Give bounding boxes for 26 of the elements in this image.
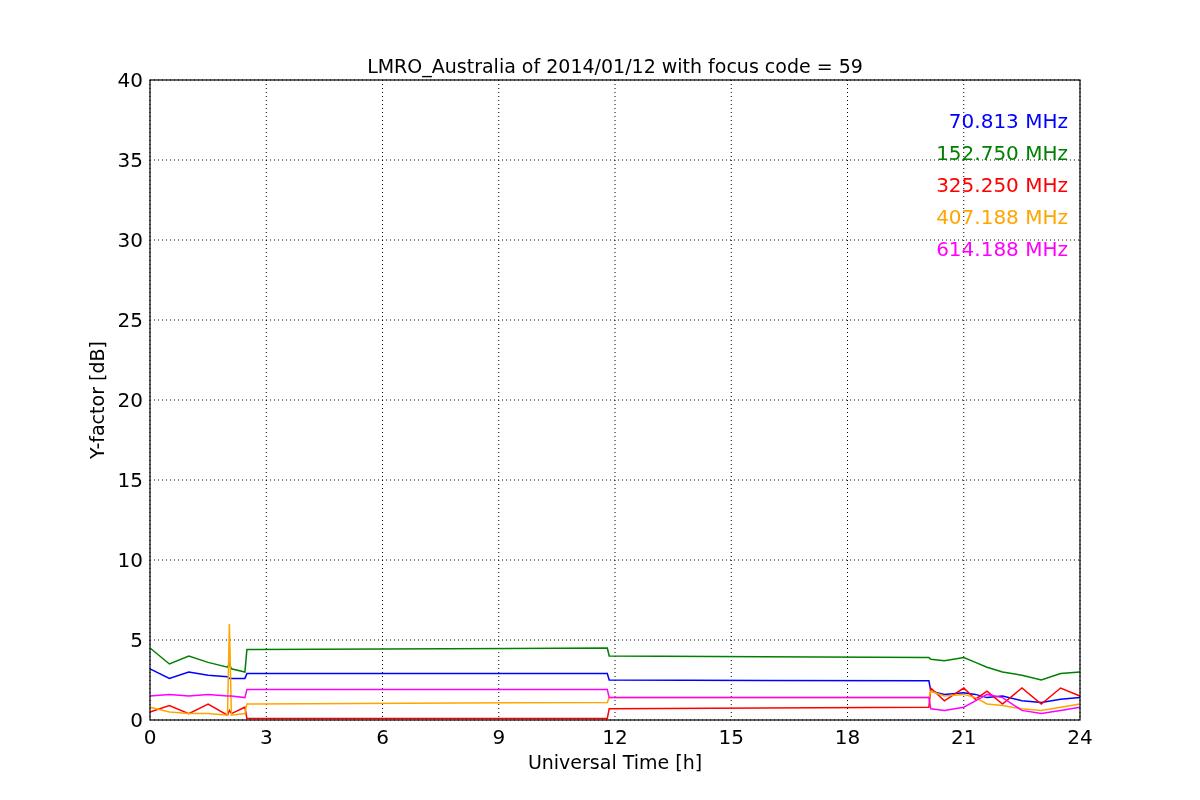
y-tick-label: 20: [117, 388, 143, 412]
x-tick-label: 15: [718, 725, 744, 749]
x-tick-label: 0: [143, 725, 157, 749]
legend-label: 407.188 MHz: [936, 205, 1068, 229]
y-tick-label: 15: [117, 468, 143, 492]
y-tick-label: 10: [117, 548, 143, 572]
x-tick-label: 18: [834, 725, 861, 749]
y-tick-label: 35: [117, 148, 143, 172]
x-tick-label: 12: [602, 725, 628, 749]
chart-title: LMRO_Australia of 2014/01/12 with focus code = 59: [367, 55, 863, 77]
legend-label: 152.750 MHz: [936, 141, 1068, 165]
y-tick-label: 5: [130, 628, 143, 652]
x-tick-label: 6: [376, 725, 389, 749]
legend-label: 614.188 MHz: [936, 237, 1068, 261]
x-tick-label: 24: [1067, 725, 1093, 749]
x-tick-label: 9: [492, 725, 506, 749]
x-tick-label: 3: [259, 725, 273, 749]
x-axis-label: Universal Time [h]: [527, 751, 703, 773]
y-tick-label: 30: [117, 228, 143, 252]
legend-label: 70.813 MHz: [948, 109, 1068, 133]
y-tick-label: 25: [117, 308, 143, 332]
x-tick-label: 21: [951, 725, 977, 749]
y-axis-label: Y-factor [dB]: [86, 341, 108, 459]
legend-label: 325.250 MHz: [936, 173, 1068, 197]
y-tick-label: 40: [117, 68, 143, 92]
y-tick-label: 0: [130, 708, 143, 732]
